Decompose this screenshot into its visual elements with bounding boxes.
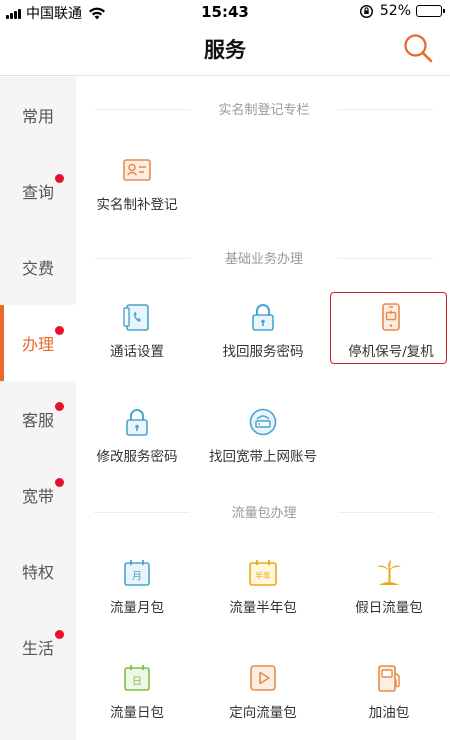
halfyear-data-pack-tile[interactable]: 半年 流量半年包 — [204, 558, 322, 628]
section-title-data-packs: 流量包办理 — [94, 502, 434, 522]
battery-percent: 52% — [379, 3, 411, 19]
sidebar-item-privilege[interactable]: 特权 — [0, 533, 76, 609]
notification-dot — [55, 174, 64, 183]
video-play-icon — [250, 665, 276, 691]
sidebar-item-service[interactable]: 客服 — [0, 381, 76, 457]
change-service-password-tile[interactable]: 修改服务密码 — [78, 407, 196, 477]
tile-label: 实名制补登记 — [96, 197, 178, 213]
sidebar-item-life[interactable]: 生活 — [0, 609, 76, 685]
section-title-basic: 基础业务办理 — [94, 248, 434, 268]
sidebar-item-payment[interactable]: 交费 — [0, 229, 76, 305]
sidebar-item-label: 交费 — [21, 259, 54, 278]
sidebar-item-query[interactable]: 查询 — [0, 153, 76, 229]
tile-label: 停机保号/复机 — [348, 344, 434, 360]
sidebar-item-broadband[interactable]: 宽带 — [0, 457, 76, 533]
router-icon — [249, 408, 277, 436]
svg-text:月: 月 — [132, 571, 142, 583]
sidebar-item-label: 宽带 — [21, 487, 54, 506]
call-settings-tile[interactable]: 通话设置 — [78, 302, 196, 372]
tile-label: 假日流量包 — [355, 600, 423, 616]
lock-icon — [252, 304, 274, 331]
rotation-lock-icon — [359, 4, 373, 18]
sidebar-item-handle[interactable]: 办理 — [0, 305, 76, 381]
fuel-pump-icon — [378, 665, 400, 692]
monthly-data-pack-tile[interactable]: 月 流量月包 — [78, 558, 196, 628]
call-settings-icon — [123, 304, 149, 331]
sidebar-item-label: 常用 — [21, 107, 54, 126]
status-bar: 中国联通 15:43 52% — [0, 0, 450, 24]
svg-text:半年: 半年 — [255, 571, 271, 581]
sidebar-item-common[interactable]: 常用 — [0, 77, 76, 153]
calendar-halfyear-icon: 半年 — [249, 560, 277, 586]
sidebar-item-label: 特权 — [21, 563, 54, 582]
tile-label: 定向流量包 — [229, 705, 297, 721]
recover-service-password-tile[interactable]: 找回服务密码 — [204, 302, 322, 372]
tile-label: 流量日包 — [110, 705, 164, 721]
sidebar-item-label: 客服 — [21, 411, 54, 430]
tile-label: 找回宽带上网账号 — [209, 449, 317, 465]
page-title: 服务 — [204, 38, 246, 62]
tile-label: 流量半年包 — [229, 600, 297, 616]
svg-text:日: 日 — [132, 677, 142, 688]
sidebar-item-label: 查询 — [21, 183, 54, 202]
tile-label: 通话设置 — [110, 344, 164, 360]
lock-icon — [126, 409, 148, 436]
booster-pack-tile[interactable]: 加油包 — [330, 663, 448, 733]
realname-register-tile[interactable]: 实名制补登记 — [78, 155, 196, 225]
id-card-icon — [123, 159, 151, 181]
section-title-realname: 实名制登记专栏 — [94, 99, 434, 119]
tile-label: 修改服务密码 — [96, 449, 178, 465]
sidebar-item-label: 办理 — [21, 335, 54, 354]
targeted-data-pack-tile[interactable]: 定向流量包 — [204, 663, 322, 733]
sidebar-item-label: 生活 — [21, 639, 54, 658]
search-icon[interactable] — [402, 32, 434, 64]
nav-bar: 服务 — [0, 24, 450, 76]
notification-dot — [55, 326, 64, 335]
notification-dot — [55, 478, 64, 487]
tile-label: 找回服务密码 — [222, 344, 304, 360]
recover-broadband-account-tile[interactable]: 找回宽带上网账号 — [204, 407, 322, 477]
palm-tree-icon — [377, 560, 401, 585]
tile-label: 流量月包 — [110, 600, 164, 616]
suspend-resume-tile[interactable]: 停机保号/复机 — [330, 292, 450, 372]
notification-dot — [55, 402, 64, 411]
calendar-day-icon: 日 — [124, 665, 150, 691]
daily-data-pack-tile[interactable]: 日 流量日包 — [78, 663, 196, 733]
tile-label: 加油包 — [368, 705, 410, 721]
phone-icon — [382, 303, 400, 331]
calendar-month-icon: 月 — [124, 560, 150, 586]
category-sidebar: 常用 查询 交费 办理 客服 宽带 特权 生活 — [0, 77, 76, 740]
notification-dot — [55, 630, 64, 639]
holiday-data-pack-tile[interactable]: 假日流量包 — [330, 558, 448, 628]
battery-icon — [416, 5, 445, 17]
